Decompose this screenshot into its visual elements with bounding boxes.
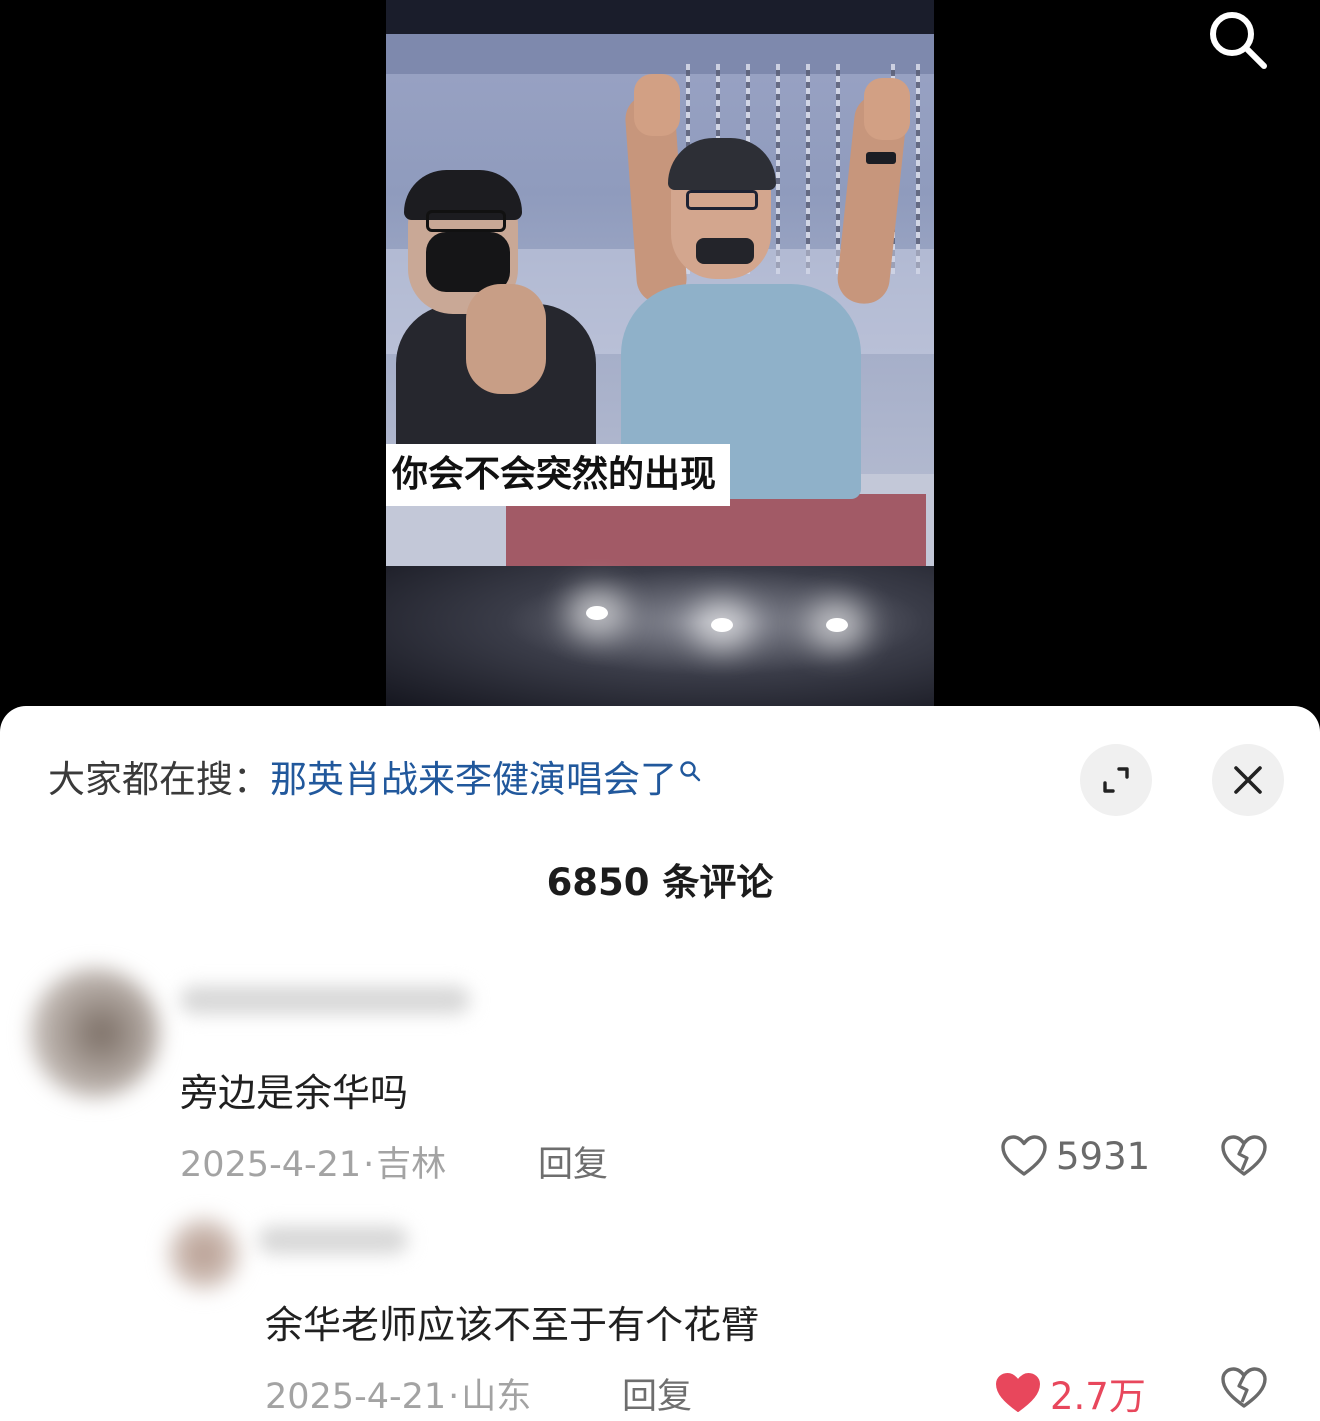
- close-button[interactable]: [1212, 744, 1284, 816]
- comment-date: 2025-4-21: [180, 1145, 362, 1185]
- stage-lights: [386, 566, 934, 706]
- dislike-button[interactable]: [1220, 1134, 1268, 1182]
- expand-button[interactable]: [1080, 744, 1152, 816]
- comment-date: 2025-4-21: [265, 1377, 447, 1417]
- heart-filled-icon: [996, 1373, 1040, 1412]
- comment-text: 旁边是余华吗: [180, 1071, 409, 1115]
- username-blurred[interactable]: [180, 986, 470, 1014]
- comment-text: 余华老师应该不至于有个花臂: [265, 1303, 760, 1347]
- username-blurred[interactable]: [258, 1226, 408, 1254]
- comments-panel: 大家都在搜：那英肖战来李健演唱会了 6850 条评论 旁边是余华吗 2025-4…: [0, 706, 1320, 1421]
- broken-heart-icon: [1221, 1367, 1267, 1408]
- expand-icon: [1103, 767, 1129, 793]
- heart-icon: [1001, 1135, 1047, 1176]
- video-subtitle: 你会不会突然的出现: [386, 444, 731, 506]
- comment-meta: 2025-4-21·山东: [265, 1377, 532, 1417]
- video-player[interactable]: 你会不会突然的出现: [0, 0, 1320, 720]
- like-button[interactable]: 5931: [1000, 1134, 1150, 1178]
- hot-search-keyword[interactable]: 那英肖战来李健演唱会了: [270, 758, 677, 801]
- comment-location: 山东: [461, 1377, 532, 1417]
- dislike-button[interactable]: [1220, 1366, 1268, 1414]
- comment-location: 吉林: [376, 1145, 447, 1185]
- avatar[interactable]: [30, 968, 160, 1098]
- reply-button[interactable]: 回复: [538, 1136, 608, 1187]
- search-button[interactable]: [1204, 6, 1270, 72]
- close-icon: [1234, 766, 1262, 794]
- hot-search-prefix: 大家都在搜：: [48, 758, 270, 801]
- comment-meta: 2025-4-21·吉林: [180, 1145, 447, 1185]
- reply-button[interactable]: 回复: [622, 1368, 692, 1419]
- small-search-icon: [680, 761, 701, 782]
- like-button[interactable]: 2.7万: [994, 1366, 1146, 1420]
- hot-search[interactable]: 大家都在搜：那英肖战来李健演唱会了: [48, 756, 701, 804]
- comment-count: 6850 条评论: [546, 861, 774, 904]
- search-icon: [1210, 12, 1267, 69]
- like-count: 2.7万: [1050, 1375, 1146, 1418]
- avatar[interactable]: [168, 1218, 240, 1290]
- video-frame[interactable]: [386, 0, 934, 706]
- broken-heart-icon: [1221, 1135, 1267, 1176]
- like-count: 5931: [1056, 1134, 1151, 1178]
